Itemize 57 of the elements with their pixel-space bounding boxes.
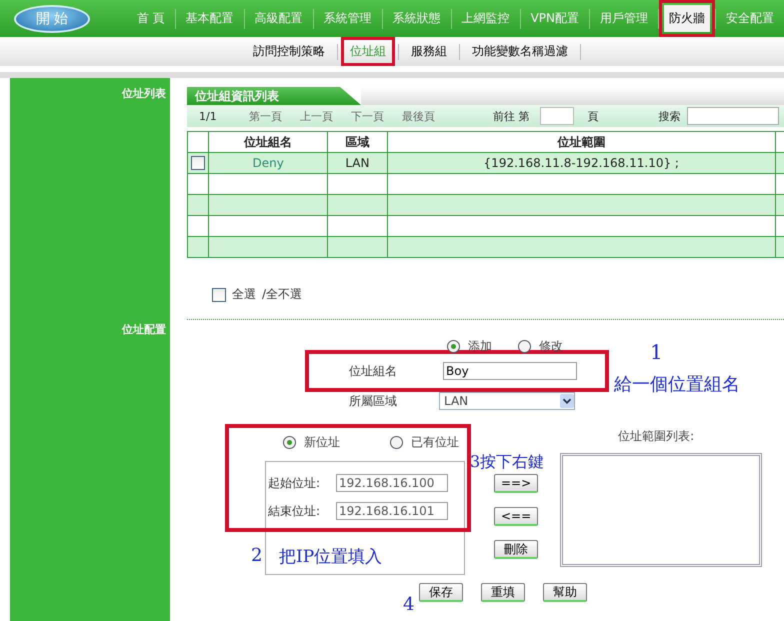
move-button[interactable]: <== (494, 507, 538, 526)
radio-button[interactable] (518, 340, 531, 352)
search-field[interactable] (686, 107, 778, 125)
name-field[interactable]: Boy (443, 362, 577, 380)
radio-button[interactable] (390, 436, 403, 449)
page-count: 1/1 (199, 110, 218, 122)
zone-dropdown[interactable]: LAN (439, 392, 575, 410)
deselect-all-label[interactable]: /全不選 (262, 286, 302, 303)
section-label: 位址列表 (122, 86, 166, 101)
table-title: 位址組資訊列表 (187, 87, 361, 105)
subnav-tab[interactable]: 服務組 (402, 37, 456, 66)
annotation-text: 把IP位置填入 (279, 546, 382, 568)
subnav-tab[interactable]: 訪問控制策略 (244, 37, 334, 66)
annotation-number: 4 (403, 594, 414, 615)
start-address-field[interactable]: 192.168.16.100 (336, 474, 448, 492)
column-header: 位址範圍 (387, 132, 776, 152)
pager-link[interactable]: 下一頁 (351, 108, 384, 124)
action-button[interactable]: 幫助 (543, 583, 587, 602)
row-checkbox[interactable] (191, 156, 206, 170)
list-label: 位址範圍列表: (618, 428, 694, 445)
radio-button[interactable] (283, 436, 296, 449)
move-button[interactable]: 刪除 (494, 540, 538, 559)
page-field[interactable] (540, 107, 574, 125)
address-list[interactable] (560, 453, 762, 567)
pager-link[interactable]: 上一頁 (300, 108, 333, 124)
goto-label: 前往 第 (493, 108, 530, 124)
action-button[interactable]: 保存 (419, 583, 463, 602)
search-label: 搜索 (658, 108, 680, 124)
section-label: 位址配置 (122, 322, 166, 337)
annotation-text: 給一個位置組名 (614, 373, 740, 396)
field-label: 起始位址: (268, 474, 322, 492)
radio-label: 添加 (468, 338, 492, 354)
annotation-number: 2 (251, 545, 262, 566)
radio-button[interactable] (447, 340, 460, 352)
select-all-label[interactable]: 全選 (232, 286, 256, 303)
end-address-field[interactable]: 192.168.16.101 (336, 502, 448, 520)
subnav-tab[interactable]: 功能變數名稱過濾 (463, 37, 577, 66)
caret-icon (560, 394, 574, 408)
pager-link[interactable]: 第一頁 (249, 108, 282, 124)
field-label: 所屬區域 (348, 392, 398, 410)
radio-label: 新位址 (304, 434, 340, 451)
radio-label: 修改 (539, 338, 563, 354)
radio-label: 已有位址 (411, 434, 459, 451)
column-header: 區域 (328, 132, 388, 152)
move-button[interactable]: ==> (494, 474, 538, 493)
select-all-checkbox[interactable] (212, 288, 226, 302)
column-header: 位址組名 (208, 132, 328, 152)
table-cell: LAN (328, 152, 388, 174)
pager-link[interactable]: 最後頁 (402, 108, 435, 124)
field-label: 位址組名 (348, 362, 398, 380)
annotation-number: 1 (650, 340, 663, 364)
table-cell: {192.168.11.8-192.168.11.10} ; (387, 152, 776, 174)
page-label: 頁 (588, 108, 598, 124)
annotation-text: 3按下右鍵 (470, 452, 544, 473)
table-cell: Deny (208, 152, 328, 174)
field-label: 結束位址: (268, 502, 322, 520)
action-button[interactable]: 重填 (481, 583, 525, 602)
